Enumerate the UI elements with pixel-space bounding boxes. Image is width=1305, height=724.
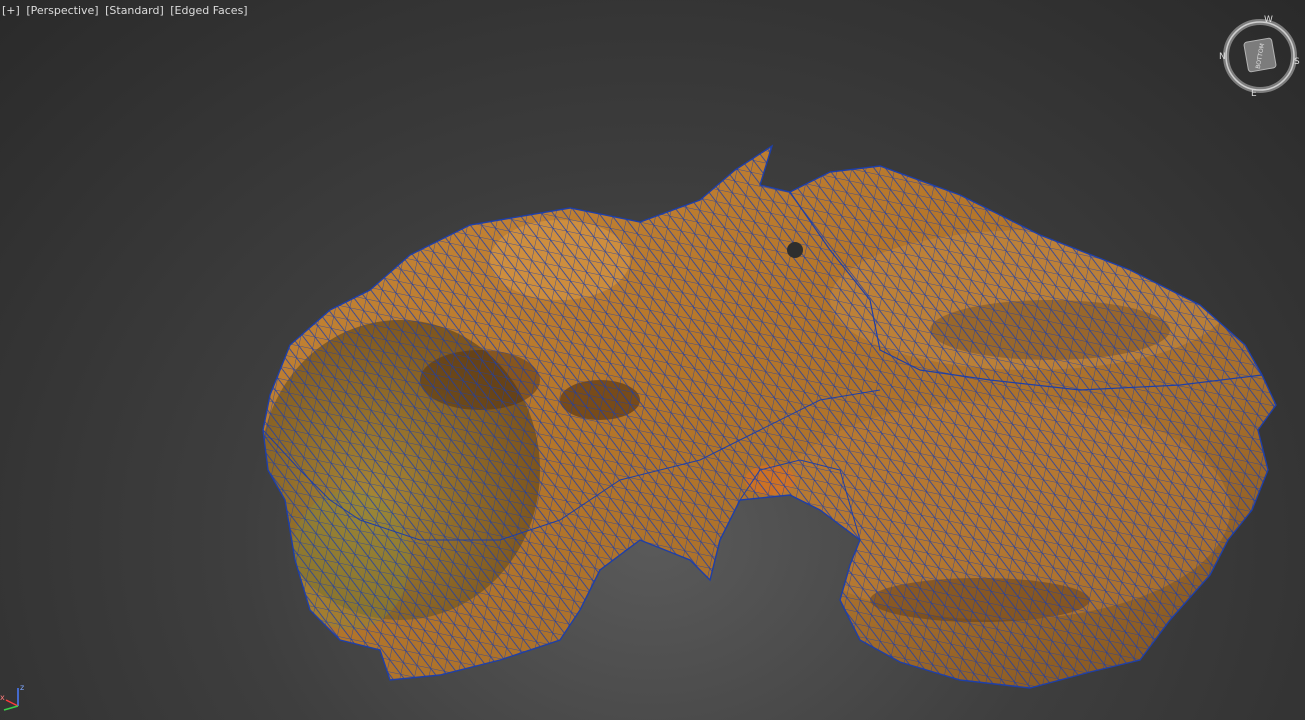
mesh-hole <box>787 242 803 258</box>
mesh-object[interactable] <box>0 0 1305 720</box>
axis-tripod-icon: z x <box>0 678 40 720</box>
mesh-surface <box>262 145 1277 689</box>
compass-south[interactable]: S <box>1294 57 1300 67</box>
viewcube-icon[interactable]: BOTTOM W N S E <box>1218 14 1302 99</box>
perspective-viewport[interactable]: [+] [Perspective] [Standard] [Edged Face… <box>0 0 1305 720</box>
axis-z-label: z <box>20 683 24 692</box>
compass-west[interactable]: W <box>1264 15 1273 25</box>
compass-north[interactable]: N <box>1219 52 1226 62</box>
axis-x-label: x <box>0 693 5 702</box>
compass-east[interactable]: E <box>1251 89 1257 99</box>
